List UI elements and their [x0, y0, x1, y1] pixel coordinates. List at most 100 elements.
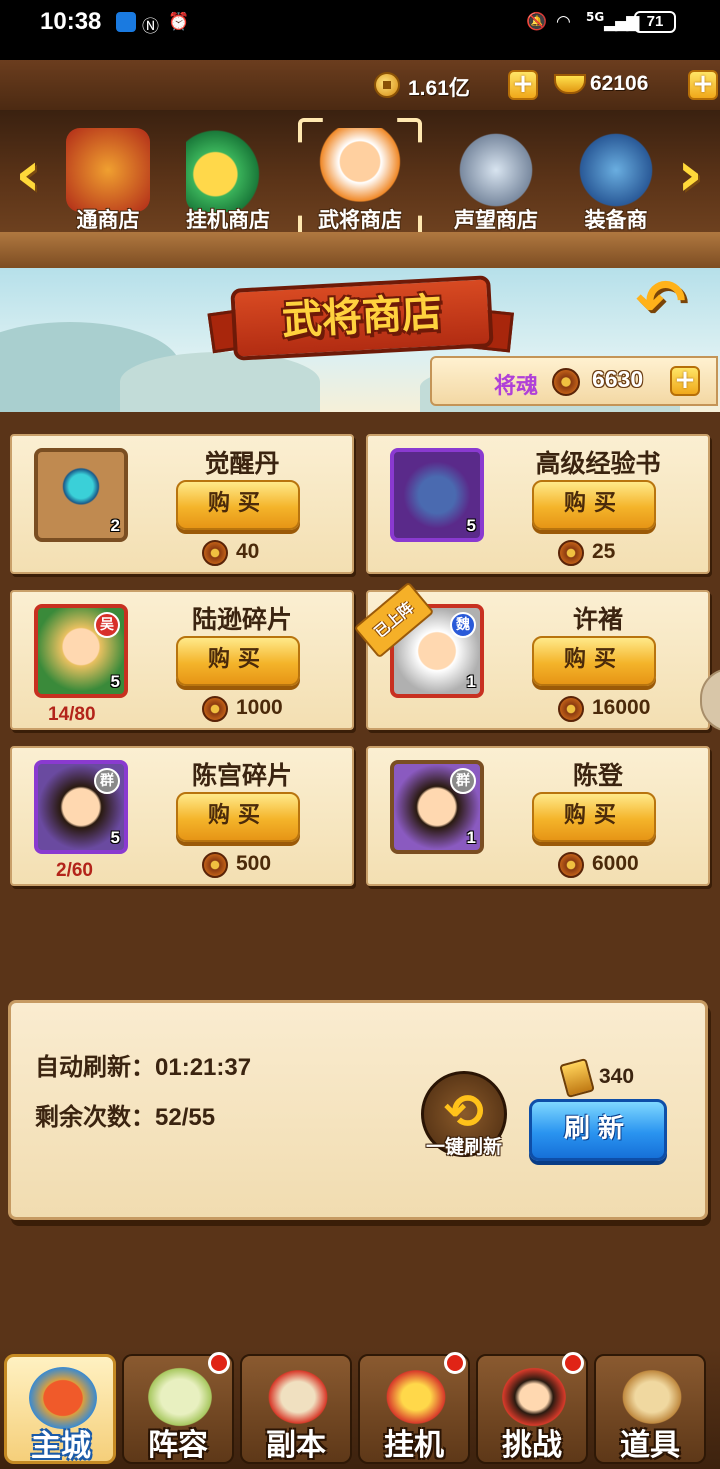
item-name: 许褚: [572, 605, 623, 634]
shop-item-card: 5 高级经验书 购买 25: [366, 434, 710, 574]
item-quantity: 5: [466, 516, 476, 535]
copper-amount: 1.61亿: [408, 77, 470, 100]
buy-button[interactable]: 购买: [532, 636, 656, 686]
shop-item-card: 2 觉醒丹 购买 40: [10, 434, 354, 574]
item-price: 25: [592, 540, 616, 563]
crystal-ball-icon[interactable]: 2: [34, 448, 128, 542]
nav-lineup[interactable]: 阵容: [122, 1352, 234, 1464]
faction-badge: 群: [450, 768, 476, 794]
soul-coin-icon: [558, 540, 584, 566]
tab-label: 武将商店: [318, 208, 402, 232]
tab-shelf: [0, 232, 720, 268]
buy-button[interactable]: 购买: [176, 636, 300, 686]
treasure-bag-icon: [382, 1366, 450, 1428]
buy-button[interactable]: 购买: [176, 792, 300, 842]
chen-gong-portrait-icon[interactable]: 群 5: [34, 760, 128, 854]
item-quantity: 5: [110, 828, 120, 847]
nav-label: 道具: [620, 1428, 680, 1463]
item-quantity: 2: [110, 516, 120, 535]
remaining-row: 剩余次数：52/55: [35, 1097, 215, 1132]
notification-dot: [562, 1352, 584, 1374]
copper-coin-icon: [374, 72, 400, 98]
tab-prestige-shop[interactable]: 声望商店: [432, 120, 560, 240]
soul-coin-icon: [552, 368, 580, 396]
chen-deng-portrait-icon[interactable]: 群 1: [390, 760, 484, 854]
back-arrow-icon[interactable]: ↶: [624, 272, 698, 334]
item-quantity: 5: [110, 672, 120, 691]
one-key-refresh-label: 一键刷新: [425, 1136, 502, 1158]
nav-challenge[interactable]: 挑战: [476, 1352, 588, 1464]
faction-badge: 吴: [94, 612, 120, 638]
clock: 10:38: [40, 8, 102, 35]
soul-coin-icon: [558, 696, 584, 722]
nav-idle[interactable]: 挂机: [358, 1352, 470, 1464]
item-price: 1000: [236, 696, 283, 719]
nav-main-city[interactable]: 主城: [4, 1354, 116, 1464]
one-key-refresh-button[interactable]: ⟲ 一键刷新: [421, 1071, 507, 1158]
gold-amount: 62106: [590, 72, 649, 95]
item-name: 陈宫碎片: [191, 761, 292, 790]
souls-label: 将魂: [494, 374, 539, 399]
buy-button[interactable]: 购买: [176, 480, 300, 530]
add-souls-button[interactable]: +: [670, 366, 700, 396]
notification-dot: [444, 1352, 466, 1374]
item-bag-icon: [618, 1366, 686, 1428]
app-notification-icon: [116, 12, 136, 32]
item-price: 500: [236, 852, 272, 875]
wifi-icon: ◠: [556, 12, 571, 32]
tab-label: 挂机商店: [186, 208, 270, 232]
item-name: 陆逊碎片: [191, 605, 292, 634]
scroll-map-icon: [264, 1366, 332, 1428]
tab-general-hero-shop[interactable]: 武将商店: [296, 120, 424, 240]
bottom-nav: 主城 阵容 副本 挂机 挑战 道具: [0, 1346, 720, 1469]
item-price: 40: [236, 540, 260, 563]
nav-label: 副本: [266, 1428, 326, 1463]
mountain-decor: [120, 352, 320, 412]
battery-indicator: 71: [634, 11, 676, 33]
gold-coin-icon: [186, 128, 270, 212]
shop-item-card: 群 1 陈登 购买 6000: [366, 746, 710, 886]
remaining-count: 52/55: [155, 1104, 216, 1131]
fragment-progress: 14/80: [48, 704, 96, 725]
nav-items[interactable]: 道具: [594, 1354, 706, 1464]
shop-item-card: 吴 5 14/80 陆逊碎片 购买 1000: [10, 590, 354, 730]
tab-label: 声望商店: [454, 208, 538, 232]
faction-badge: 魏: [450, 612, 476, 638]
add-copper-button[interactable]: +: [508, 70, 538, 100]
buy-button[interactable]: 购买: [532, 480, 656, 530]
add-gold-button[interactable]: +: [688, 70, 718, 100]
nav-dungeon[interactable]: 副本: [240, 1354, 352, 1464]
nav-label: 主城: [31, 1429, 91, 1464]
general-portrait-icon: [318, 128, 402, 212]
tab-prev-arrow-icon[interactable]: ‹: [8, 142, 48, 206]
fan-icon: [146, 1366, 214, 1428]
tab-idle-shop[interactable]: 挂机商店: [164, 120, 292, 240]
refresh-token-icon: [559, 1057, 595, 1099]
item-price: 16000: [592, 696, 651, 719]
treasure-chest-icon: [66, 128, 150, 212]
nfc-icon: Ⓝ: [142, 17, 159, 37]
network-label: 5G: [586, 10, 605, 24]
buy-button[interactable]: 购买: [532, 792, 656, 842]
auto-refresh-row: 自动刷新：01:21:37: [35, 1047, 251, 1082]
status-bar: 10:38 Ⓝ ⏰ 🔕 ◠ 5G ▂▄▆ 71: [0, 0, 720, 60]
shop-item-card: 群 5 2/60 陈宫碎片 购买 500: [10, 746, 354, 886]
item-price: 6000: [592, 852, 639, 875]
auto-refresh-label: 自动刷新：: [35, 1053, 155, 1081]
lu-xun-portrait-icon[interactable]: 吴 5: [34, 604, 128, 698]
currency-bar: 1.61亿 + 62106 +: [0, 60, 720, 110]
faction-badge: 群: [94, 768, 120, 794]
shop-item-grid: 2 觉醒丹 购买 40 5 高级经验书 购买 25 吴 5 14/80 陆逊碎片…: [0, 412, 720, 992]
nav-label: 阵容: [148, 1428, 208, 1463]
book-icon[interactable]: 5: [390, 448, 484, 542]
tab-general-shop[interactable]: 通商店: [44, 120, 172, 240]
fragment-progress: 2/60: [56, 860, 93, 881]
soul-coin-icon: [202, 852, 228, 878]
souls-counter: 将魂 6630 +: [430, 356, 718, 406]
refresh-button[interactable]: 刷新: [529, 1099, 667, 1161]
item-name: 觉醒丹: [204, 449, 280, 478]
tab-equipment-shop[interactable]: 装备商: [552, 120, 680, 240]
tab-label: 通商店: [76, 208, 140, 232]
nav-label: 挂机: [384, 1428, 444, 1463]
alarm-icon: ⏰: [168, 12, 190, 32]
